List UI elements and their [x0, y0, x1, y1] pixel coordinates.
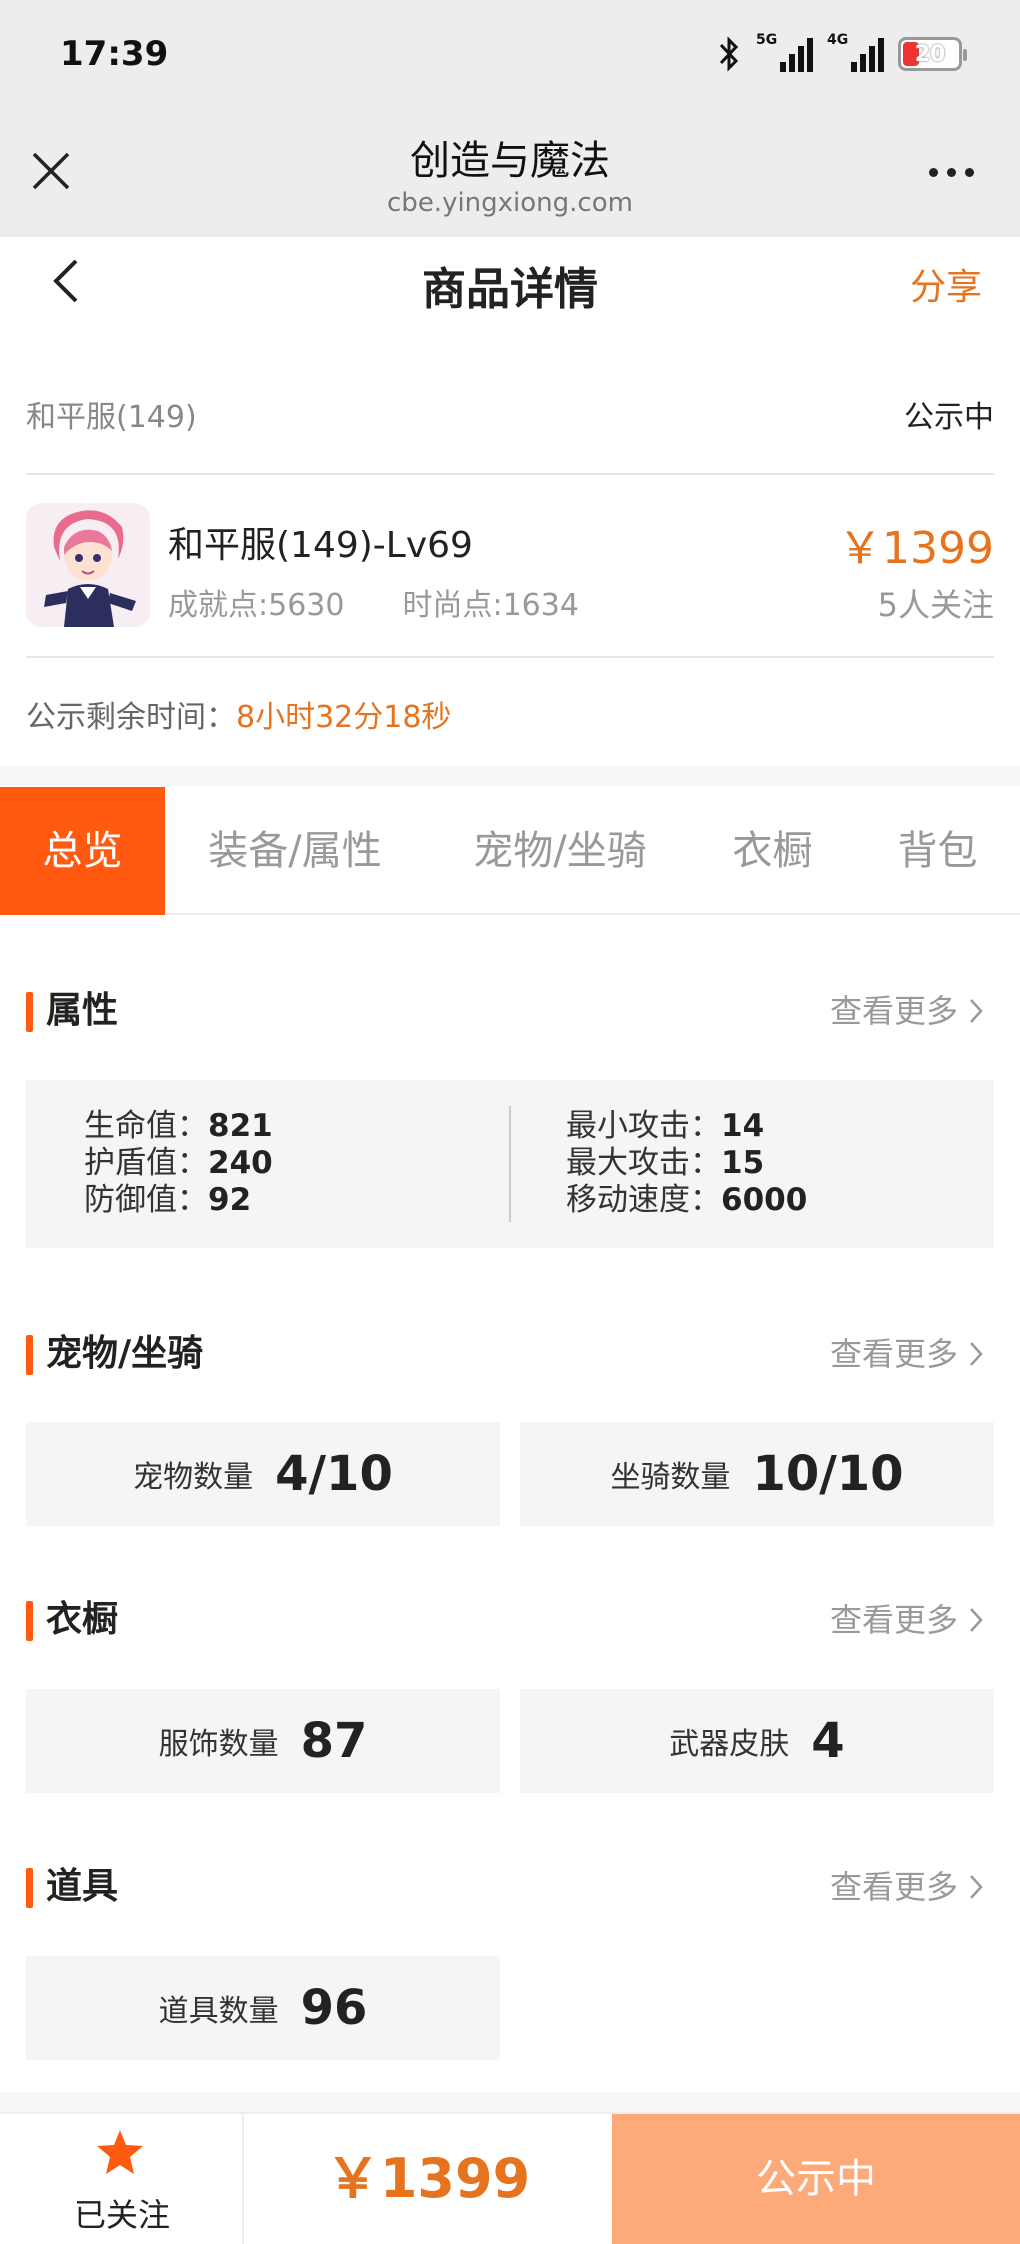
- listing-status: 公示中: [904, 400, 994, 435]
- view-more-wardrobe[interactable]: 查看更多: [830, 1597, 984, 1643]
- item-count-card: 道具数量 96: [26, 1956, 500, 2060]
- view-more-label: 查看更多: [829, 1868, 958, 1906]
- tab-pets[interactable]: 宠物/坐骑: [440, 787, 680, 915]
- character-avatar: [26, 503, 150, 627]
- fashion-points: 时尚点:1634: [402, 588, 579, 623]
- tab-bar: 总览 装备/属性 宠物/坐骑 衣橱 背包: [0, 787, 1020, 915]
- remaining-time: 公示剩余时间：8小时32分18秒: [26, 692, 451, 736]
- page-title: 商品详情: [422, 264, 598, 315]
- tab-overview[interactable]: 总览: [0, 787, 165, 915]
- divider: [26, 656, 994, 658]
- attributes-panel: 生命值：821 护盾值：240 防御值：92 最小攻击：14 最大攻击：15 移…: [26, 1080, 994, 1248]
- follow-label: 已关注: [73, 2196, 170, 2234]
- item-name: 和平服(149)-Lv69: [168, 525, 473, 566]
- section-title-attributes: 属性: [26, 988, 118, 1034]
- follow-button[interactable]: 已关注: [0, 2114, 244, 2244]
- section-title-wardrobe: 衣橱: [26, 1597, 118, 1643]
- section-title-items: 道具: [26, 1864, 118, 1910]
- status-time: 17:39: [60, 34, 169, 74]
- dot-icon: [965, 168, 974, 177]
- remaining-time-value: 8小时32分18秒: [236, 700, 452, 735]
- achievement-points: 成就点:5630: [168, 588, 345, 623]
- pet-count-card: 宠物数量 4/10: [26, 1422, 500, 1526]
- card-label: 武器皮肤: [669, 1727, 790, 1762]
- weapon-skin-card: 武器皮肤 4: [520, 1689, 994, 1793]
- follower-count: 5人关注: [877, 586, 994, 624]
- battery-icon: 20: [898, 37, 967, 71]
- divider: [26, 473, 994, 475]
- card-value: 87: [300, 1713, 368, 1769]
- status-button[interactable]: 公示中: [612, 2114, 1020, 2244]
- attr-move-speed: 移动速度：6000: [566, 1182, 808, 1218]
- bluetooth-icon: [719, 36, 739, 72]
- signal-4g-icon: 4G: [827, 32, 884, 72]
- card-value: 96: [300, 1980, 368, 2036]
- browser-title: 创造与魔法: [410, 138, 610, 184]
- attr-max-attack: 最大攻击：15: [566, 1145, 765, 1181]
- star-icon: [97, 2130, 143, 2174]
- tab-equipment[interactable]: 装备/属性: [175, 787, 415, 915]
- tab-backpack[interactable]: 背包: [865, 787, 1010, 915]
- dot-icon: [947, 168, 956, 177]
- chevron-right-icon: [970, 999, 983, 1023]
- card-label: 宠物数量: [133, 1460, 254, 1495]
- section-title-pets: 宠物/坐骑: [26, 1331, 203, 1377]
- browser-url: cbe.yingxiong.com: [387, 188, 633, 218]
- costume-count-card: 服饰数量 87: [26, 1689, 500, 1793]
- item-stats: 成就点:5630 时尚点:1634: [168, 580, 579, 624]
- bottom-action-bar: 已关注 ￥1399 公示中: [0, 2112, 1020, 2244]
- section-gap: [0, 2092, 1020, 2112]
- attributes-divider: [509, 1106, 511, 1222]
- chevron-right-icon: [970, 1608, 983, 1632]
- item-price: ￥1399: [838, 523, 994, 574]
- chevron-right-icon: [970, 1342, 983, 1366]
- view-more-items[interactable]: 查看更多: [830, 1864, 984, 1910]
- view-more-label: 查看更多: [829, 1335, 958, 1373]
- mount-count-card: 坐骑数量 10/10: [520, 1422, 994, 1526]
- server-row: 和平服(149) 公示中: [26, 392, 994, 436]
- view-more-pets[interactable]: 查看更多: [830, 1331, 984, 1377]
- card-label: 坐骑数量: [610, 1460, 731, 1495]
- character-portrait-icon: [26, 503, 150, 627]
- tab-wardrobe[interactable]: 衣橱: [700, 787, 845, 915]
- attributes-right: 最小攻击：14 最大攻击：15 移动速度：6000: [566, 1108, 807, 1219]
- card-label: 服饰数量: [158, 1727, 279, 1762]
- attr-hp: 生命值：821: [84, 1108, 273, 1144]
- card-value: 4: [811, 1713, 845, 1769]
- chevron-right-icon: [970, 1875, 983, 1899]
- bottom-price: ￥1399: [325, 2147, 531, 2210]
- view-more-attributes[interactable]: 查看更多: [830, 988, 984, 1034]
- server-name: 和平服(149): [26, 400, 197, 435]
- view-more-label: 查看更多: [829, 992, 958, 1030]
- signal-5g-icon: 5G: [756, 32, 813, 72]
- section-gap: [0, 766, 1020, 786]
- attr-shield: 护盾值：240: [84, 1145, 273, 1181]
- attr-min-attack: 最小攻击：14: [566, 1108, 765, 1144]
- attributes-left: 生命值：821 护盾值：240 防御值：92: [84, 1108, 273, 1219]
- remaining-time-label: 公示剩余时间：: [26, 700, 236, 735]
- card-value: 4/10: [275, 1446, 393, 1502]
- view-more-label: 查看更多: [829, 1601, 958, 1639]
- card-label: 道具数量: [158, 1994, 279, 2029]
- dot-icon: [929, 168, 938, 177]
- more-options-button[interactable]: [929, 168, 974, 177]
- status-icons: 5G 4G 20: [716, 32, 967, 74]
- attr-defense: 防御值：92: [84, 1182, 252, 1218]
- card-value: 10/10: [752, 1446, 904, 1502]
- share-button[interactable]: 分享: [910, 258, 982, 310]
